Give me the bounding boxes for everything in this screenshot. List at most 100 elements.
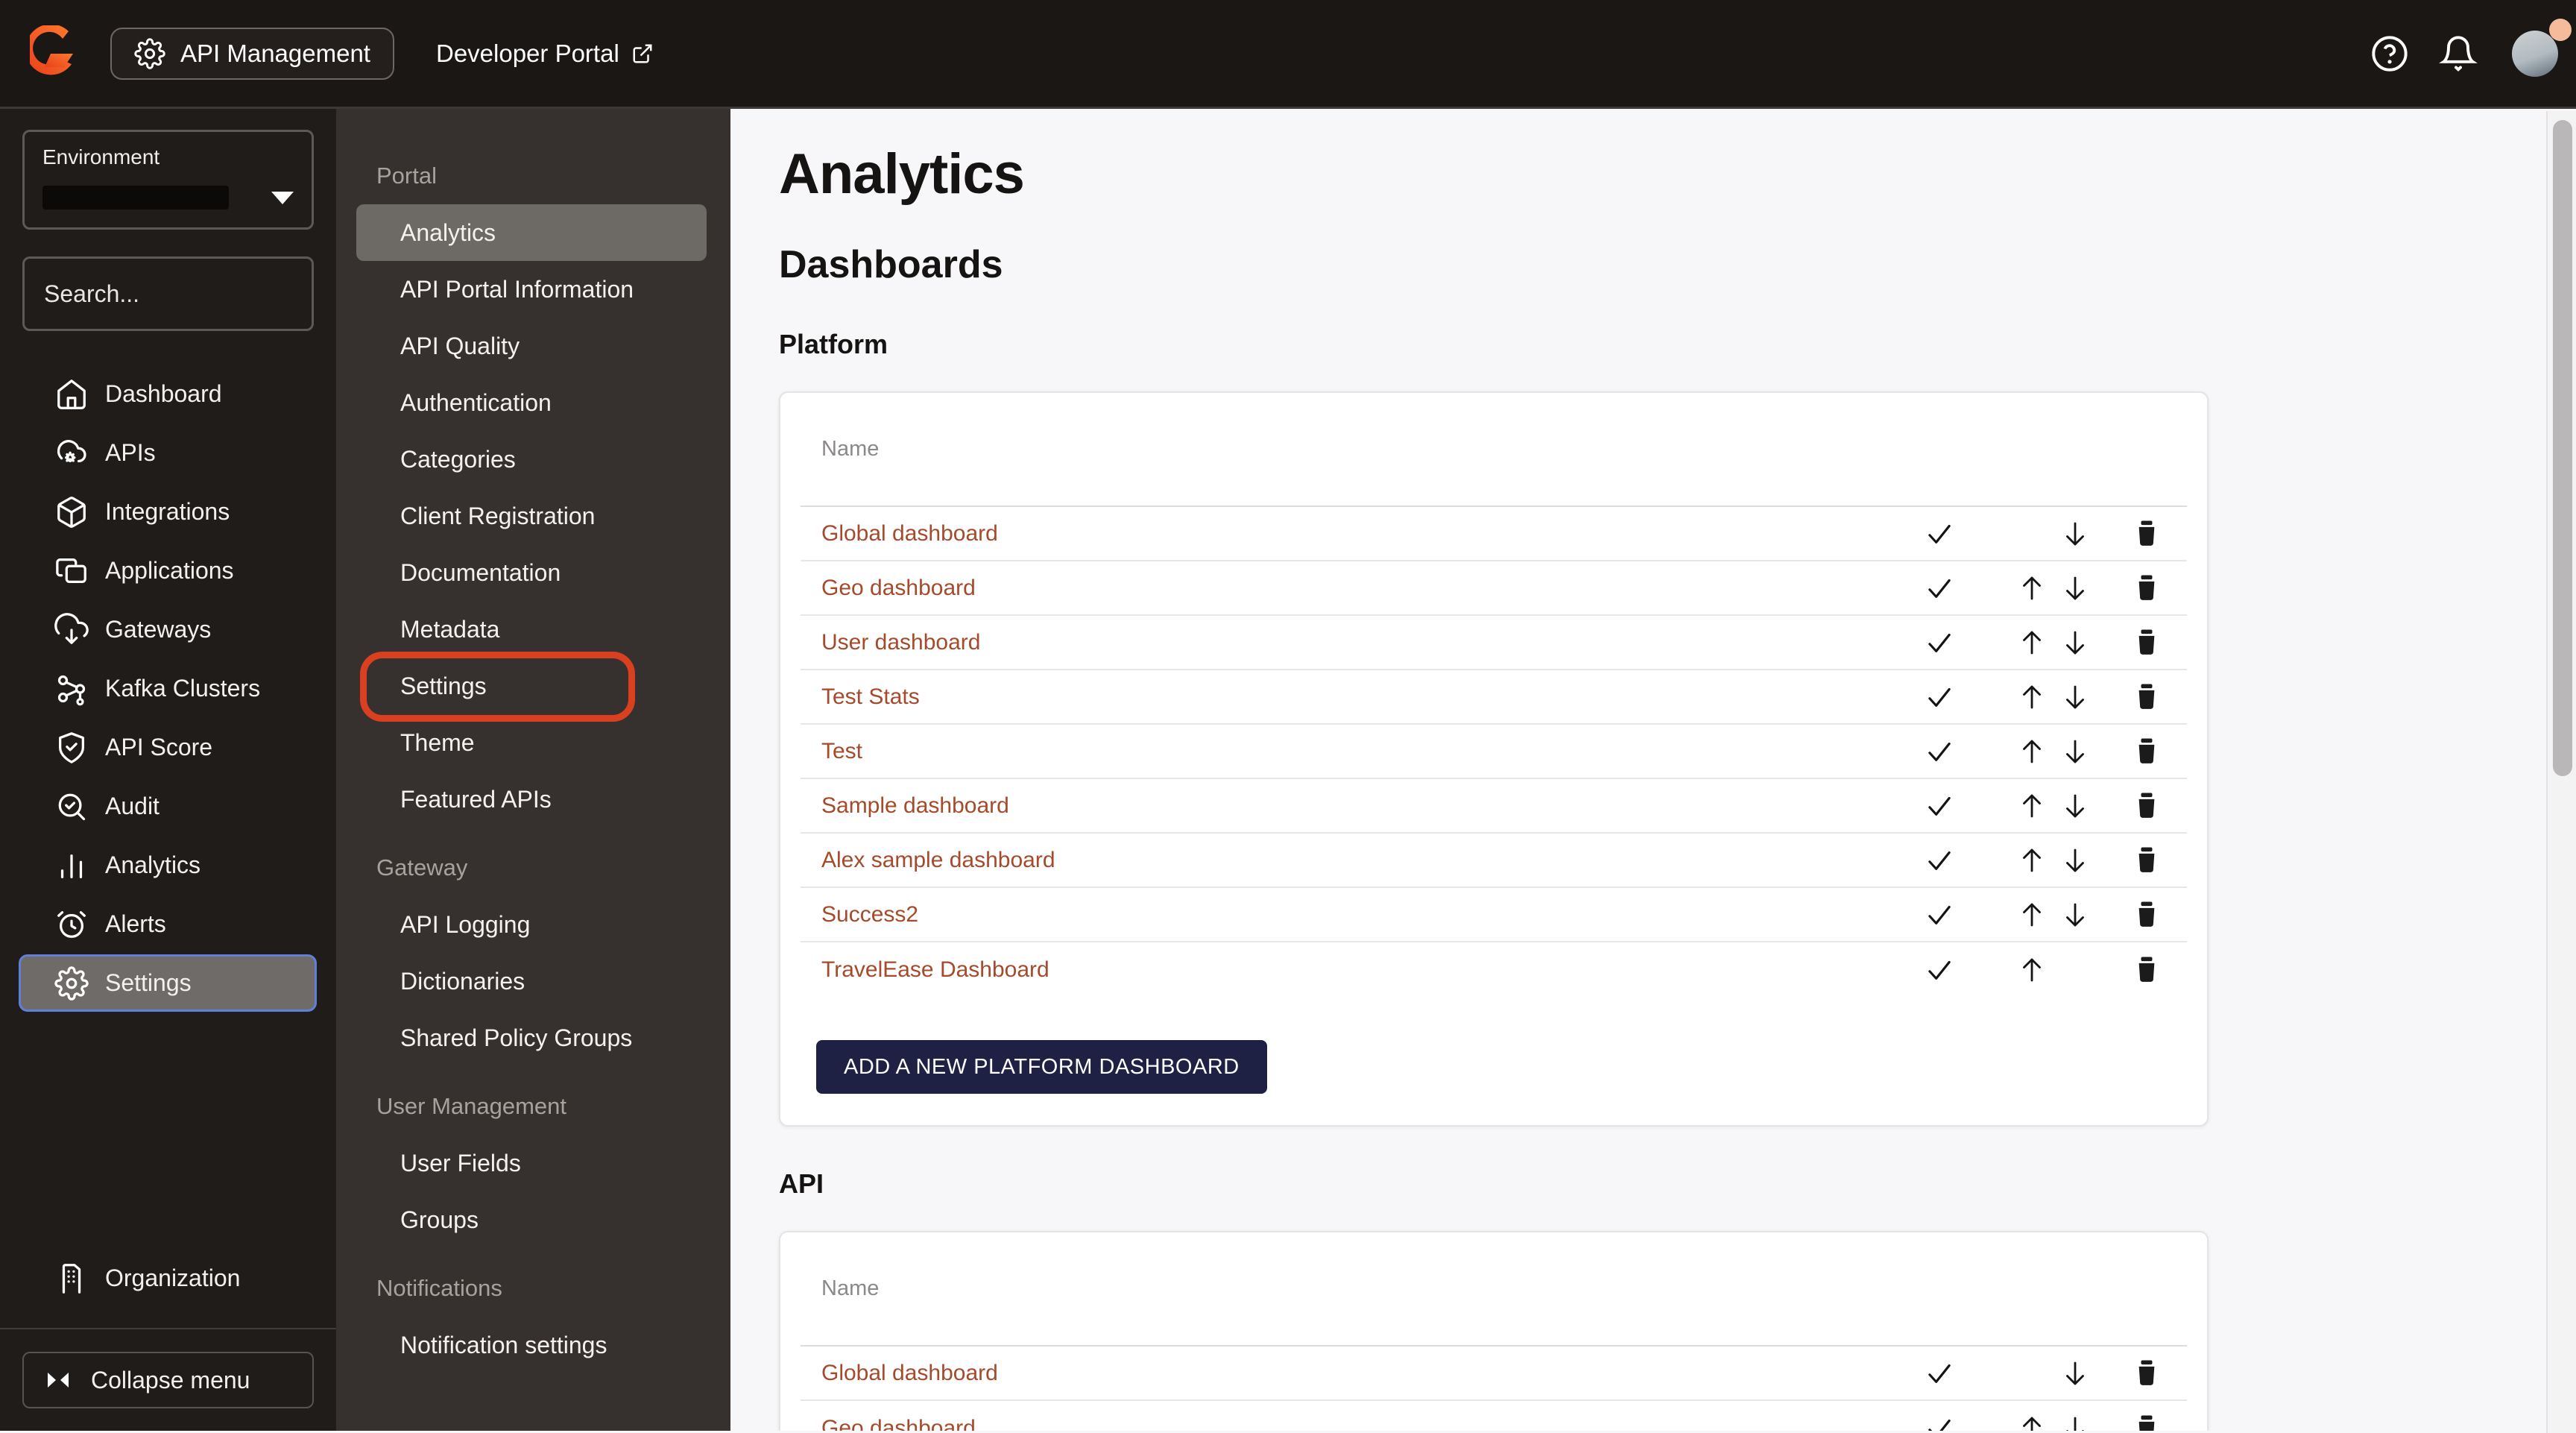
enabled-check-icon[interactable] bbox=[1924, 954, 1955, 986]
enabled-check-icon[interactable] bbox=[1924, 1358, 1955, 1389]
dashboard-name-link[interactable]: Success2 bbox=[821, 902, 1923, 927]
search-input[interactable] bbox=[44, 280, 357, 308]
developer-portal-link[interactable]: Developer Portal bbox=[436, 40, 654, 68]
move-up-icon[interactable] bbox=[2016, 845, 2048, 876]
move-down-icon[interactable] bbox=[2059, 1413, 2091, 1432]
sidebar-item-settings[interactable]: Settings bbox=[19, 954, 317, 1012]
subnav-item-metadata[interactable]: Metadata bbox=[356, 601, 707, 658]
subnav-item-theme[interactable]: Theme bbox=[356, 714, 707, 771]
delete-trash-icon[interactable] bbox=[2132, 737, 2162, 766]
move-down-icon[interactable] bbox=[2059, 845, 2091, 876]
subnav-item-api-portal-information[interactable]: API Portal Information bbox=[356, 261, 707, 318]
delete-trash-icon[interactable] bbox=[2132, 1414, 2162, 1432]
move-down-icon[interactable] bbox=[2059, 790, 2091, 822]
api-management-switcher[interactable]: API Management bbox=[110, 27, 394, 80]
sidebar-item-apis[interactable]: APIs bbox=[19, 424, 317, 482]
dashboard-name-link[interactable]: Geo dashboard bbox=[821, 1416, 1923, 1432]
move-down-icon[interactable] bbox=[2059, 518, 2091, 549]
main-content: Analytics Dashboards Platform Name Globa… bbox=[730, 109, 2576, 1431]
notifications-bell-icon[interactable] bbox=[2439, 34, 2478, 73]
subnav-item-label: Featured APIs bbox=[400, 785, 552, 813]
chevron-down-icon bbox=[271, 191, 294, 204]
sidebar-item-api-score[interactable]: API Score bbox=[19, 719, 317, 776]
enabled-check-icon[interactable] bbox=[1924, 681, 1955, 713]
subnav-item-analytics[interactable]: Analytics bbox=[356, 204, 707, 261]
delete-trash-icon[interactable] bbox=[2132, 955, 2162, 985]
subnav-item-shared-policy-groups[interactable]: Shared Policy Groups bbox=[356, 1010, 707, 1066]
subnav-item-api-logging[interactable]: API Logging bbox=[356, 896, 707, 953]
subnav-item-user-fields[interactable]: User Fields bbox=[356, 1135, 707, 1191]
enabled-check-icon[interactable] bbox=[1924, 627, 1955, 658]
delete-trash-icon[interactable] bbox=[2132, 628, 2162, 658]
delete-trash-icon[interactable] bbox=[2132, 900, 2162, 930]
subnav-item-client-registration[interactable]: Client Registration bbox=[356, 488, 707, 544]
enabled-check-icon[interactable] bbox=[1924, 845, 1955, 876]
collapse-menu-button[interactable]: Collapse menu bbox=[22, 1352, 314, 1408]
delete-trash-icon[interactable] bbox=[2132, 682, 2162, 712]
move-down-icon[interactable] bbox=[2059, 681, 2091, 713]
move-up-icon[interactable] bbox=[2016, 736, 2048, 767]
enabled-check-icon[interactable] bbox=[1924, 1413, 1955, 1432]
dashboard-name-link[interactable]: Geo dashboard bbox=[821, 576, 1923, 601]
dashboard-name-link[interactable]: Global dashboard bbox=[821, 1361, 1923, 1386]
sidebar-item-gateways[interactable]: Gateways bbox=[19, 601, 317, 658]
subnav-item-documentation[interactable]: Documentation bbox=[356, 544, 707, 601]
move-up-icon[interactable] bbox=[2016, 1413, 2048, 1432]
subnav-item-categories[interactable]: Categories bbox=[356, 431, 707, 488]
dashboard-name-link[interactable]: Test bbox=[821, 739, 1923, 764]
enabled-check-icon[interactable] bbox=[1924, 736, 1955, 767]
move-up-icon[interactable] bbox=[2016, 681, 2048, 713]
environment-selector[interactable]: Environment bbox=[22, 130, 314, 230]
subnav-item-authentication[interactable]: Authentication bbox=[356, 374, 707, 431]
move-down-icon[interactable] bbox=[2059, 1358, 2091, 1389]
dashboard-name-link[interactable]: Test Stats bbox=[821, 684, 1923, 710]
sidebar-item-integrations[interactable]: Integrations bbox=[19, 483, 317, 541]
subnav-item-label: Authentication bbox=[400, 388, 552, 416]
add-platform-dashboard-button[interactable]: ADD A NEW PLATFORM DASHBOARD bbox=[816, 1040, 1267, 1094]
sidebar-item-organization[interactable]: Organization bbox=[19, 1250, 317, 1307]
sidebar-item-alerts[interactable]: Alerts bbox=[19, 895, 317, 953]
subnav-item-dictionaries[interactable]: Dictionaries bbox=[356, 953, 707, 1010]
dashboard-name-link[interactable]: User dashboard bbox=[821, 630, 1923, 655]
dashboard-name-link[interactable]: TravelEase Dashboard bbox=[821, 957, 1923, 983]
move-down-icon[interactable] bbox=[2059, 573, 2091, 604]
subnav-section: Notifications Notification settings bbox=[336, 1260, 730, 1373]
dashboard-name-link[interactable]: Sample dashboard bbox=[821, 793, 1923, 819]
sidebar-item-dashboard[interactable]: Dashboard bbox=[19, 365, 317, 423]
subnav-item-settings[interactable]: Settings bbox=[356, 652, 707, 722]
move-down-icon[interactable] bbox=[2059, 899, 2091, 930]
enabled-check-icon[interactable] bbox=[1924, 899, 1955, 930]
sidebar-item-kafka-clusters[interactable]: Kafka Clusters bbox=[19, 660, 317, 717]
move-down-icon[interactable] bbox=[2059, 627, 2091, 658]
delete-trash-icon[interactable] bbox=[2132, 573, 2162, 603]
move-up-icon[interactable] bbox=[2016, 627, 2048, 658]
subnav-item-notification-settings[interactable]: Notification settings bbox=[356, 1317, 707, 1373]
sidebar-item-applications[interactable]: Applications bbox=[19, 542, 317, 599]
move-down-icon[interactable] bbox=[2059, 736, 2091, 767]
delete-trash-icon[interactable] bbox=[2132, 791, 2162, 821]
move-up-icon[interactable] bbox=[2016, 954, 2048, 986]
sidebar-item-audit[interactable]: Audit bbox=[19, 778, 317, 835]
enabled-check-icon[interactable] bbox=[1924, 573, 1955, 604]
enabled-check-icon[interactable] bbox=[1924, 790, 1955, 822]
delete-trash-icon[interactable] bbox=[2132, 519, 2162, 549]
move-up-icon[interactable] bbox=[2016, 899, 2048, 930]
subnav-item-featured-apis[interactable]: Featured APIs bbox=[356, 771, 707, 828]
enabled-check-icon[interactable] bbox=[1924, 518, 1955, 549]
user-avatar[interactable] bbox=[2512, 18, 2572, 77]
dashboard-name-link[interactable]: Global dashboard bbox=[821, 521, 1923, 547]
subnav-item-groups[interactable]: Groups bbox=[356, 1191, 707, 1248]
delete-trash-icon[interactable] bbox=[2132, 1358, 2162, 1388]
sidebar-item-analytics[interactable]: Analytics bbox=[19, 837, 317, 894]
subnav-item-label: User Fields bbox=[400, 1149, 521, 1177]
subnav-item-api-quality[interactable]: API Quality bbox=[356, 318, 707, 374]
subnav-item-label: Analytics bbox=[400, 218, 496, 246]
dashboard-name-link[interactable]: Alex sample dashboard bbox=[821, 848, 1923, 873]
help-icon[interactable] bbox=[2370, 34, 2409, 73]
move-up-icon[interactable] bbox=[2016, 573, 2048, 604]
delete-trash-icon[interactable] bbox=[2132, 845, 2162, 875]
move-up-icon[interactable] bbox=[2016, 790, 2048, 822]
table-row: Geo dashboard bbox=[801, 561, 2187, 616]
page-scrollbar-thumb[interactable] bbox=[2553, 120, 2572, 776]
page-scrollbar-track[interactable] bbox=[2546, 111, 2576, 1433]
